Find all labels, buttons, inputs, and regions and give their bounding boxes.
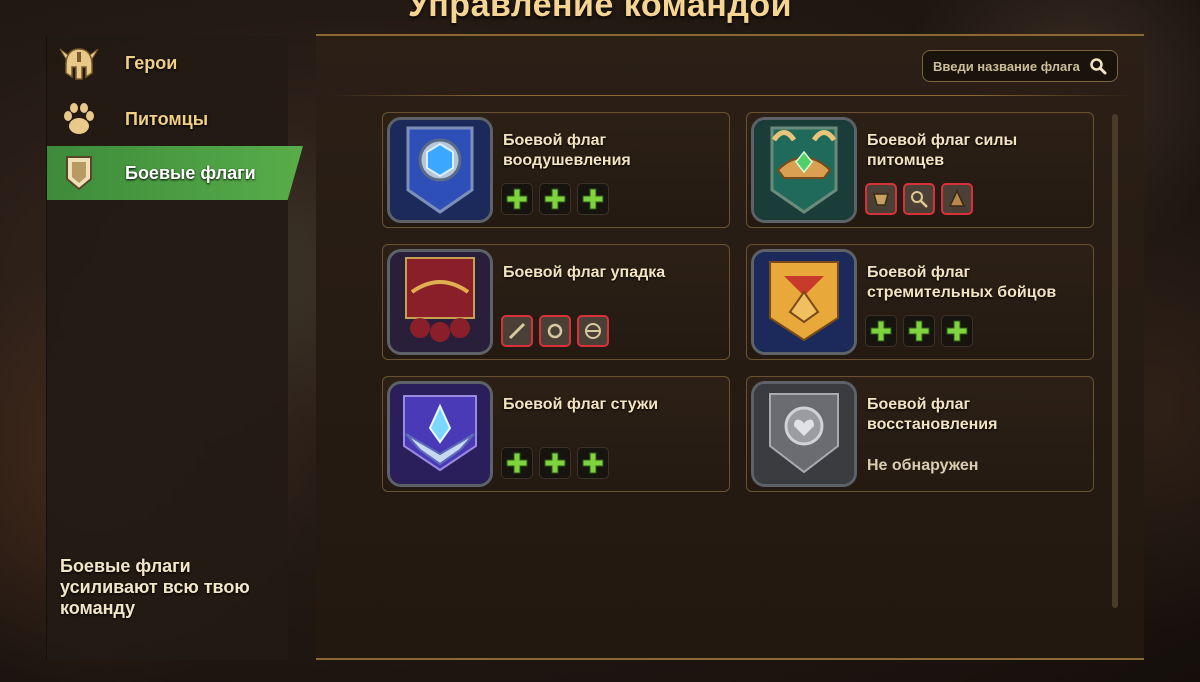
flag-card[interactable]: Боевой флаг упадка (382, 244, 730, 360)
rune-slot[interactable] (539, 315, 571, 347)
plus-icon (946, 320, 968, 342)
plus-icon (582, 188, 604, 210)
plus-icon (582, 452, 604, 474)
pet-power-flag-icon (751, 117, 857, 223)
rune-slots (865, 183, 973, 215)
flag-card[interactable]: Боевой флаг силы питомцев (746, 112, 1094, 228)
flag-card[interactable]: Боевой флаг воодушевления (382, 112, 730, 228)
search-icon[interactable] (1089, 57, 1107, 75)
add-rune-button[interactable] (577, 447, 609, 479)
flags-panel: Боевой флаг воодушевления Боевой флаг си… (316, 34, 1144, 660)
search-input[interactable] (933, 58, 1083, 74)
sidebar-item-label: Питомцы (125, 108, 209, 129)
add-rune-button[interactable] (501, 183, 533, 215)
add-rune-button[interactable] (577, 183, 609, 215)
rune-slot[interactable] (941, 183, 973, 215)
banner-icon (57, 151, 101, 195)
add-rune-button[interactable] (501, 447, 533, 479)
sidebar-item-label: Герои (125, 52, 178, 73)
swift-fighters-flag-icon (751, 249, 857, 355)
plus-icon (506, 188, 528, 210)
not-found-status: Не обнаружен (867, 457, 979, 474)
sidebar: Герои Питомцы Боевые флаги Боевые флаги … (46, 36, 303, 660)
rune-slot[interactable] (577, 315, 609, 347)
add-rune-button[interactable] (941, 315, 973, 347)
rune-slot[interactable] (501, 315, 533, 347)
plus-icon (870, 320, 892, 342)
sidebar-item-battle-flags[interactable]: Боевые флаги (47, 146, 303, 200)
paw-icon (57, 97, 101, 141)
flag-name: Боевой флаг силы питомцев (867, 132, 1018, 169)
page-title: Управление командой (407, 0, 793, 24)
sidebar-description: Боевые флаги усиливают всю твою команду (60, 556, 250, 618)
scrollbar[interactable] (1112, 114, 1118, 608)
sidebar-item-heroes[interactable]: Герои (47, 36, 303, 90)
rune-icon (585, 323, 601, 339)
frost-flag-icon (387, 381, 493, 487)
flag-card[interactable]: Боевой флаг стремительных бойцов (746, 244, 1094, 360)
search-box[interactable] (922, 50, 1118, 82)
plus-icon (908, 320, 930, 342)
flag-card[interactable]: Боевой флаг восстановления Не обнаружен (746, 376, 1094, 492)
rune-icon (547, 323, 563, 339)
inspiration-flag-icon (387, 117, 493, 223)
helmet-icon (57, 41, 101, 85)
flag-name: Боевой флаг стремительных бойцов (867, 264, 1057, 301)
flag-name: Боевой флаг воодушевления (503, 132, 631, 169)
restoration-flag-icon (751, 381, 857, 487)
rune-slots (501, 447, 609, 479)
add-rune-button[interactable] (539, 447, 571, 479)
sidebar-item-pets[interactable]: Питомцы (47, 92, 303, 146)
add-rune-button[interactable] (539, 183, 571, 215)
add-rune-button[interactable] (903, 315, 935, 347)
sidebar-item-label: Боевые флаги (125, 162, 256, 183)
add-rune-button[interactable] (865, 315, 897, 347)
rune-slot[interactable] (903, 183, 935, 215)
decay-flag-icon (387, 249, 493, 355)
rune-slots (501, 183, 609, 215)
flag-name: Боевой флаг восстановления (867, 396, 998, 433)
rune-slots (501, 315, 609, 347)
plus-icon (544, 188, 566, 210)
plus-icon (544, 452, 566, 474)
rune-slot[interactable] (865, 183, 897, 215)
flag-name: Боевой флаг упадка (503, 264, 666, 281)
rune-icon (911, 191, 928, 208)
rune-icon (948, 189, 966, 207)
flag-card[interactable]: Боевой флаг стужи (382, 376, 730, 492)
rune-icon (873, 193, 889, 206)
rune-icon (508, 322, 526, 340)
divider (328, 95, 1132, 96)
rune-slots (865, 315, 973, 347)
plus-icon (506, 452, 528, 474)
flag-name: Боевой флаг стужи (503, 396, 659, 413)
